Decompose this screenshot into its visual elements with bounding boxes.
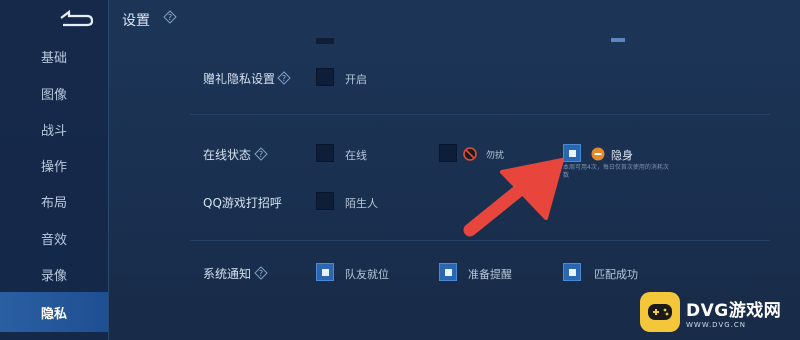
partial-checkbox	[316, 38, 334, 44]
sidebar-item-sound[interactable]: 音效	[0, 220, 108, 256]
watermark: DVG游戏网 WWW.DVG.CN	[640, 290, 795, 334]
system-notice-label: 系统通知	[203, 267, 252, 281]
gift-privacy-checkbox[interactable]	[316, 68, 334, 86]
ready-reminder-option: 准备提醒	[468, 268, 512, 281]
watermark-title: DVG游戏网	[686, 300, 782, 321]
sidebar-item-label: 布局	[40, 195, 67, 211]
page-title: 设置	[122, 13, 150, 29]
svg-text:?: ?	[282, 74, 286, 83]
sidebar-item-label: 隐私	[40, 306, 67, 322]
teammate-ready-checkbox[interactable]	[316, 263, 334, 281]
back-arrow-icon[interactable]	[55, 8, 95, 28]
help-diamond-icon[interactable]: ?	[254, 266, 268, 280]
help-diamond-icon[interactable]: ?	[277, 71, 291, 85]
sidebar-item-replay[interactable]: 录像	[0, 256, 108, 292]
online-status-label: 在线状态	[203, 148, 252, 162]
sidebar-item-label: 基础	[40, 50, 67, 66]
invisible-usage-note: 本周可用4次，每日仅首次使用的消耗次数	[563, 164, 669, 179]
divider	[190, 114, 770, 115]
qq-greeting-label: QQ游戏打招呼	[203, 196, 282, 210]
help-diamond-icon[interactable]: ?	[163, 10, 177, 24]
sidebar-item-label: 图像	[40, 87, 67, 103]
invisible-icon	[591, 147, 605, 161]
help-diamond-icon[interactable]: ?	[254, 147, 268, 161]
invisible-option: 隐身	[611, 149, 633, 162]
sidebar-item-privacy[interactable]: 隐私	[0, 292, 108, 332]
sidebar-item-label: 战斗	[40, 123, 67, 139]
sidebar-item-basic[interactable]: 基础	[0, 38, 108, 74]
sidebar-item-layout[interactable]: 布局	[0, 183, 108, 219]
sidebar-item-label: 操作	[40, 159, 67, 175]
sidebar-item-controls[interactable]: 操作	[0, 147, 108, 183]
stranger-option: 陌生人	[345, 197, 378, 210]
sidebar-item-label: 音效	[40, 232, 67, 248]
gamepad-logo-icon	[640, 292, 680, 332]
match-success-checkbox[interactable]	[563, 263, 581, 281]
teammate-ready-option: 队友就位	[345, 268, 389, 281]
gift-privacy-option: 开启	[345, 73, 367, 86]
ready-reminder-checkbox[interactable]	[439, 263, 457, 281]
annotation-arrow-icon	[463, 158, 564, 237]
online-checkbox[interactable]	[316, 144, 334, 162]
sidebar-item-combat[interactable]: 战斗	[0, 111, 108, 147]
svg-text:?: ?	[259, 150, 263, 159]
watermark-url: WWW.DVG.CN	[686, 320, 747, 329]
sidebar-item-graphics[interactable]: 图像	[0, 75, 108, 111]
partial-slider	[611, 38, 625, 42]
stranger-checkbox[interactable]	[316, 192, 334, 210]
sidebar-item-label: 录像	[40, 268, 67, 284]
svg-text:?: ?	[168, 13, 172, 22]
online-option: 在线	[345, 149, 367, 162]
sidebar: 基础 图像 战斗 操作 布局 音效 录像 隐私	[0, 0, 109, 340]
svg-text:?: ?	[259, 269, 263, 278]
match-success-option: 匹配成功	[594, 268, 638, 281]
gift-privacy-label: 赠礼隐私设置	[203, 72, 276, 86]
